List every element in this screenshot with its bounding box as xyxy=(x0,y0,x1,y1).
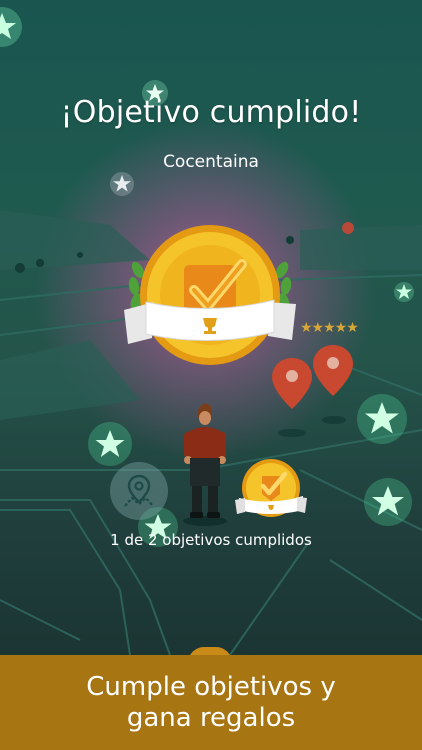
promo-banner: Cumple objetivos y gana regalos xyxy=(0,655,422,750)
location-pin-icon xyxy=(313,345,353,396)
star-sparkle-icon xyxy=(0,7,22,47)
page-title: ¡Objetivo cumplido! xyxy=(60,95,362,130)
star-sparkle-icon xyxy=(110,172,134,196)
promo-line-1: Cumple objetivos y xyxy=(86,672,336,702)
map-route-pin-icon xyxy=(110,462,168,520)
star-sparkle-icon xyxy=(364,478,412,526)
star-sparkle-icon xyxy=(88,422,132,466)
star-sparkle-icon xyxy=(394,282,414,302)
gold-checkmark-medal-icon xyxy=(235,459,307,517)
location-name: Cocentaina xyxy=(163,152,259,172)
map-scene: ★★★★★ ¡Objetivo cumplido! Cocentaina 1 d… xyxy=(0,0,422,655)
objectives-progress-text: 1 de 2 objetivos cumplidos xyxy=(110,531,312,549)
promo-line-2: gana regalos xyxy=(126,703,296,733)
player-avatar xyxy=(183,403,227,526)
rating-stars: ★★★★★ xyxy=(300,320,359,336)
gold-checkmark-medal-icon xyxy=(124,225,296,365)
star-sparkle-icon xyxy=(357,394,407,444)
